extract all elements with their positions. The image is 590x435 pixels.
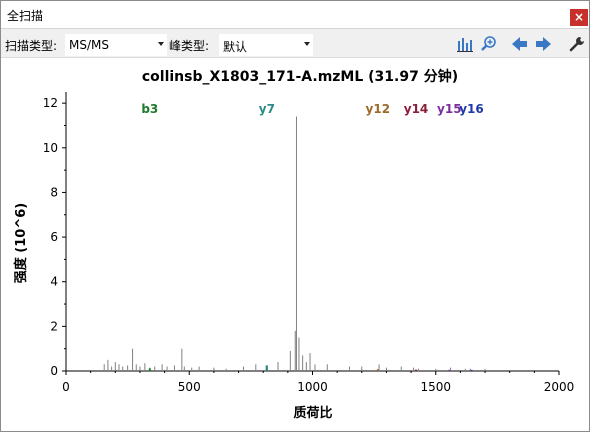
x-tick-label: 2000 xyxy=(544,380,575,394)
y-axis-label: 强度 (10^6) xyxy=(13,203,29,283)
peaks-group xyxy=(103,116,486,371)
chart-title: collinsb_X1803_171-A.mzML (31.97 分钟) xyxy=(142,68,458,85)
ion-label: y12 xyxy=(366,102,391,116)
arrow-left-icon[interactable] xyxy=(511,35,529,53)
x-axis-label: 质荷比 xyxy=(293,405,332,421)
axes: 0 500 1000 1500 2000 0 2 4 6 8 10 12 xyxy=(43,92,575,394)
chevron-down-icon xyxy=(304,42,310,46)
chevron-down-icon xyxy=(158,42,164,46)
y-tick-label: 4 xyxy=(50,275,58,289)
y-tick-label: 12 xyxy=(43,96,58,110)
ion-label: y16 xyxy=(459,102,484,116)
close-button[interactable]: × xyxy=(570,9,588,26)
x-tick-label: 1000 xyxy=(297,380,328,394)
annotations-group: b3 y7 y12 y14 y15y16 xyxy=(141,102,483,116)
x-tick-label: 0 xyxy=(62,380,70,394)
wrench-icon[interactable] xyxy=(568,35,586,53)
arrow-right-icon[interactable] xyxy=(534,35,552,53)
bar-chart-icon[interactable] xyxy=(456,35,474,53)
y-tick-label: 10 xyxy=(43,141,58,155)
peak-type-label: 峰类型: xyxy=(169,39,210,53)
title-bar: 全扫描 × xyxy=(1,1,589,29)
peak-type-select[interactable]: 默认 xyxy=(219,34,313,56)
window-title: 全扫描 xyxy=(7,9,44,23)
ion-label: b3 xyxy=(141,102,158,116)
y-tick-label: 6 xyxy=(50,230,58,244)
toolbar: 扫描类型: MS/MS 峰类型: 默认 xyxy=(1,29,589,58)
ion-label: y15 xyxy=(437,102,462,116)
y-tick-label: 0 xyxy=(50,364,58,378)
scan-type-value: MS/MS xyxy=(69,38,109,52)
scan-type-label: 扫描类型: xyxy=(5,39,58,53)
scan-window: 全扫描 × 扫描类型: MS/MS 峰类型: 默认 collinsb_X1803… xyxy=(0,0,590,432)
x-tick-label: 1500 xyxy=(420,380,451,394)
ion-label: y14 xyxy=(404,102,429,116)
x-tick-label: 500 xyxy=(178,380,201,394)
scan-type-select[interactable]: MS/MS xyxy=(65,34,167,56)
spectrum-plot[interactable]: collinsb_X1803_171-A.mzML (31.97 分钟) 质荷比… xyxy=(1,58,589,431)
y-tick-label: 2 xyxy=(50,319,58,333)
zoom-in-icon[interactable] xyxy=(480,35,498,53)
y-tick-label: 8 xyxy=(50,185,58,199)
ion-label: y7 xyxy=(259,102,275,116)
peak-type-value: 默认 xyxy=(223,40,248,54)
spectrum-chart: collinsb_X1803_171-A.mzML (31.97 分钟) 质荷比… xyxy=(13,68,575,421)
